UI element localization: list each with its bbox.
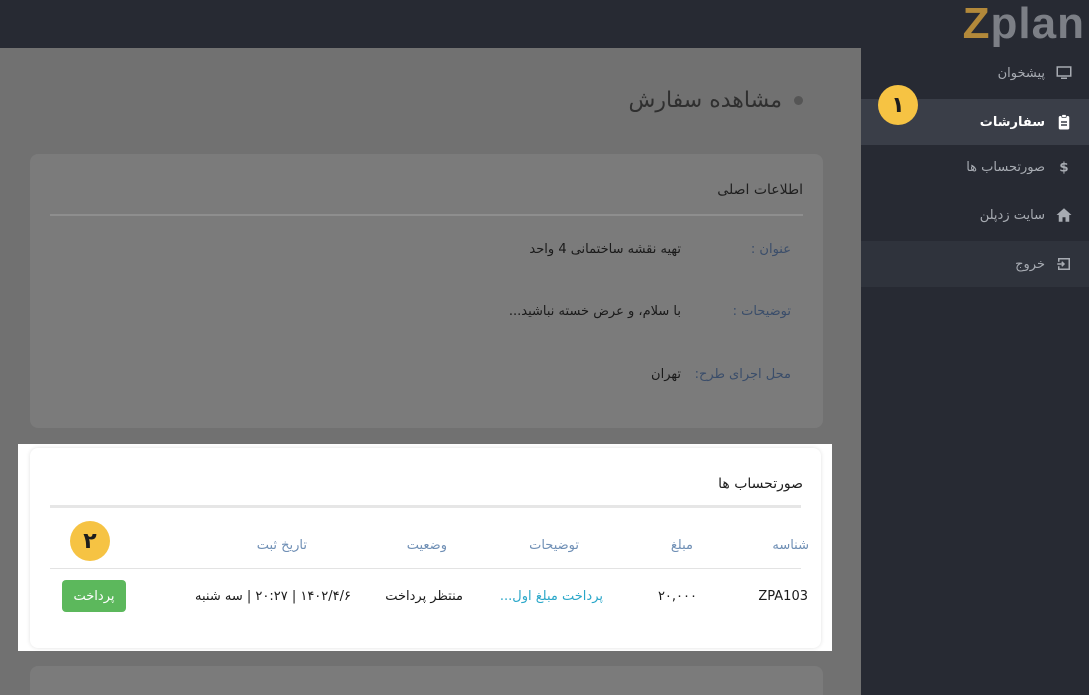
dollar-icon: $ [1059,160,1068,176]
divider [50,505,801,508]
info-card: اطلاعات اصلی عنوان : تهیه نقشه ساختمانی … [30,154,823,428]
title-bullet [794,96,803,105]
invoice-highlight: صورتحساب ها شناسه مبلغ توضیحات وضعیت تار… [18,444,832,651]
invoice-description-link[interactable]: پرداخت مبلغ اول... [500,589,603,604]
field-value: تهران [651,367,681,382]
invoice-amount: ۲۰,۰۰۰ [657,589,697,604]
pay-button[interactable]: پرداخت [62,580,126,612]
sidebar-item-label: صورتحساب ها [966,159,1045,175]
header-status: وضعیت [406,538,447,553]
sidebar-item-label: خروج [1015,256,1045,272]
logout-icon [1057,258,1070,270]
invoice-card: صورتحساب ها شناسه مبلغ توضیحات وضعیت تار… [30,448,821,648]
sidebar: پیشخوان سفارشات صورتحساب ها $ سایت زدپلن… [861,48,1089,695]
sidebar-item-zplan-site[interactable]: سایت زدپلن [861,192,1089,238]
lower-card [30,666,823,695]
field-location: محل اجرای طرح: تهران [31,367,791,382]
zplan-logo[interactable]: Zplan [963,0,1085,48]
sidebar-item-label: سفارشات [979,114,1045,130]
field-value: تهیه نقشه ساختمانی 4 واحد [529,242,681,257]
sidebar-item-label: پیشخوان [997,65,1045,81]
header-description: توضیحات [529,538,579,553]
svg-text:$: $ [1059,160,1068,176]
field-label: عنوان : [750,242,791,257]
field-title: عنوان : تهیه نقشه ساختمانی 4 واحد [31,242,791,257]
field-description: توضیحات : با سلام، و عرض خسته نباشید... [31,304,791,319]
field-label: محل اجرای طرح: [694,367,791,382]
header-date: تاریخ ثبت [256,538,307,553]
step-badge-1: ١ [878,85,918,125]
home-icon [1056,208,1072,222]
sidebar-item-label: سایت زدپلن [979,207,1045,223]
invoice-date: ۱۴۰۲/۴/۶ | ۲۰:۲۷ | سه شنبه [195,589,351,604]
clipboard-icon [1058,114,1070,130]
sidebar-item-invoices[interactable]: صورتحساب ها $ [861,144,1089,190]
info-card-title: اطلاعات اصلی [717,182,803,198]
page-title: مشاهده سفارش [628,88,803,113]
invoice-status: منتظر پرداخت [385,589,463,604]
header-divider [50,568,801,569]
monitor-icon [1056,66,1072,79]
field-label: توضیحات : [732,304,791,319]
divider [50,214,803,216]
header-amount: مبلغ [670,538,693,553]
invoice-card-title: صورتحساب ها [718,476,803,492]
step-badge-2: ٢ [70,521,110,561]
field-value: با سلام، و عرض خسته نباشید... [508,304,681,319]
header-id: شناسه [772,538,809,553]
top-bar: Zplan [0,0,1089,48]
invoice-id: ZPA103 [758,589,808,604]
sidebar-item-logout[interactable]: خروج [861,241,1089,287]
